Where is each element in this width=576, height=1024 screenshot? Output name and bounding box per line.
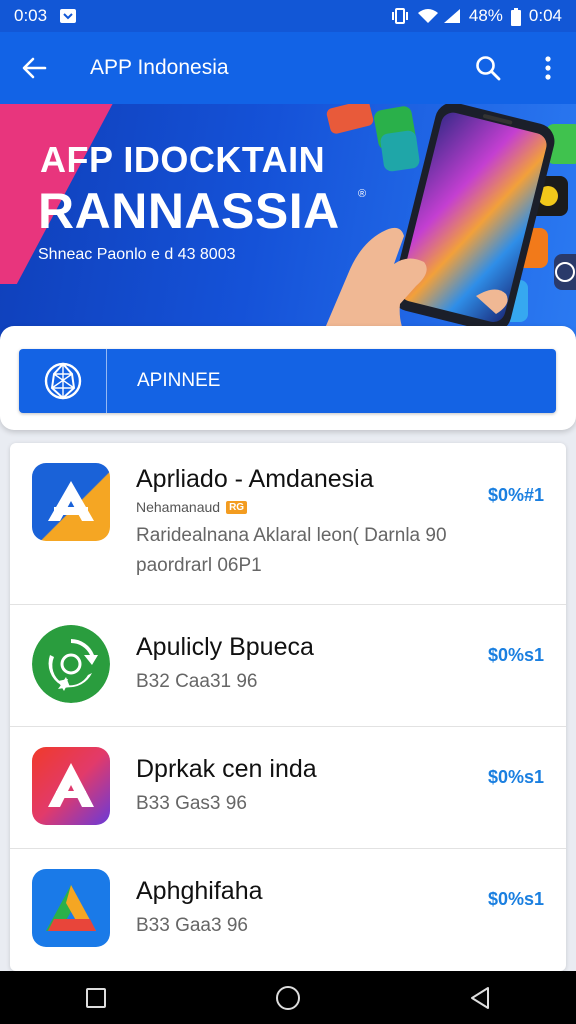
- app-list-item[interactable]: Apulicly Bpueca B32 Caa31 96 $0%s1: [10, 605, 566, 727]
- status-bar: 0:03 48% 0:04: [0, 0, 576, 32]
- app-list-item[interactable]: Aphghifaha B33 Gaa3 96 $0%s1: [10, 849, 566, 971]
- app-name: Aprliado - Amdanesia: [136, 465, 374, 493]
- banner-title: AFP IDOCKTAIN: [40, 139, 326, 180]
- search-input[interactable]: [107, 349, 556, 413]
- app-price-button[interactable]: $0%s1: [488, 645, 544, 666]
- back-button[interactable]: [0, 32, 68, 104]
- promo-banner[interactable]: AFP IDOCKTAIN RANNASSIA ® Shneac Paonlo …: [0, 104, 576, 340]
- app-name: Apulicly Bpueca: [136, 633, 314, 661]
- app-meta: B32 Caa31 96: [136, 671, 258, 692]
- more-vertical-icon: [545, 56, 551, 80]
- home-button[interactable]: [248, 971, 328, 1024]
- battery-percent: 48%: [468, 6, 503, 25]
- wifi-icon: [417, 8, 438, 24]
- page-title: APP Indonesia: [90, 56, 229, 79]
- vibrate-icon: [391, 8, 409, 24]
- search-icon: [476, 56, 501, 81]
- notification-icon: [59, 8, 77, 24]
- app-list: Aprliado - Amdanesia Nehamanaud RG Rarid…: [10, 443, 566, 971]
- app-meta: B33 Gaa3 96: [136, 915, 248, 936]
- phone-in-hand-illustration: [320, 104, 576, 340]
- square-icon: [86, 987, 106, 1008]
- more-options-button[interactable]: [520, 32, 576, 104]
- app-list-item[interactable]: Aprliado - Amdanesia Nehamanaud RG Rarid…: [10, 443, 566, 605]
- recents-button[interactable]: [56, 971, 136, 1024]
- triangle-back-icon: [471, 986, 489, 1009]
- app-description: Raridealnana Aklaral leon( Darnla 90 pao…: [136, 525, 447, 576]
- app-name: Aphghifaha: [136, 877, 263, 905]
- back-nav-button[interactable]: [440, 971, 520, 1024]
- system-nav-bar: [0, 971, 576, 1024]
- a-letter-multicolor-icon: [32, 869, 110, 947]
- green-recycle-icon: [32, 625, 110, 703]
- globe-logo-icon[interactable]: [19, 349, 107, 413]
- battery-icon: [510, 8, 521, 26]
- app-developer: Nehamanaud RG: [136, 499, 248, 515]
- app-price-button[interactable]: $0%s1: [488, 767, 544, 788]
- status-clock: 0:04: [528, 6, 562, 25]
- developer-name: Nehamanaud: [136, 499, 221, 515]
- app-price-button[interactable]: $0%s1: [488, 889, 544, 910]
- circle-icon: [276, 985, 300, 1010]
- developer-badge: RG: [226, 500, 248, 514]
- app-bar: APP Indonesia: [0, 32, 576, 104]
- app-meta: B33 Gas3 96: [136, 793, 247, 814]
- signal-icon: [443, 8, 461, 24]
- app-price-button[interactable]: $0%#1: [488, 485, 544, 506]
- banner-subtitle: Shneac Paonlo e d 43 8003: [38, 246, 236, 263]
- a-letter-red-purple-icon: [32, 747, 110, 825]
- a-letter-blue-orange-icon: [32, 463, 110, 541]
- search-bar[interactable]: [19, 349, 556, 413]
- app-name: Dprkak cen inda: [136, 755, 317, 783]
- arrow-left-icon: [22, 57, 47, 79]
- search-button[interactable]: [456, 32, 520, 104]
- app-list-item[interactable]: Dprkak cen inda B33 Gas3 96 $0%s1: [10, 727, 566, 849]
- status-time: 0:03: [14, 6, 48, 25]
- search-card: [0, 326, 576, 430]
- banner-title-large: RANNASSIA: [38, 183, 340, 239]
